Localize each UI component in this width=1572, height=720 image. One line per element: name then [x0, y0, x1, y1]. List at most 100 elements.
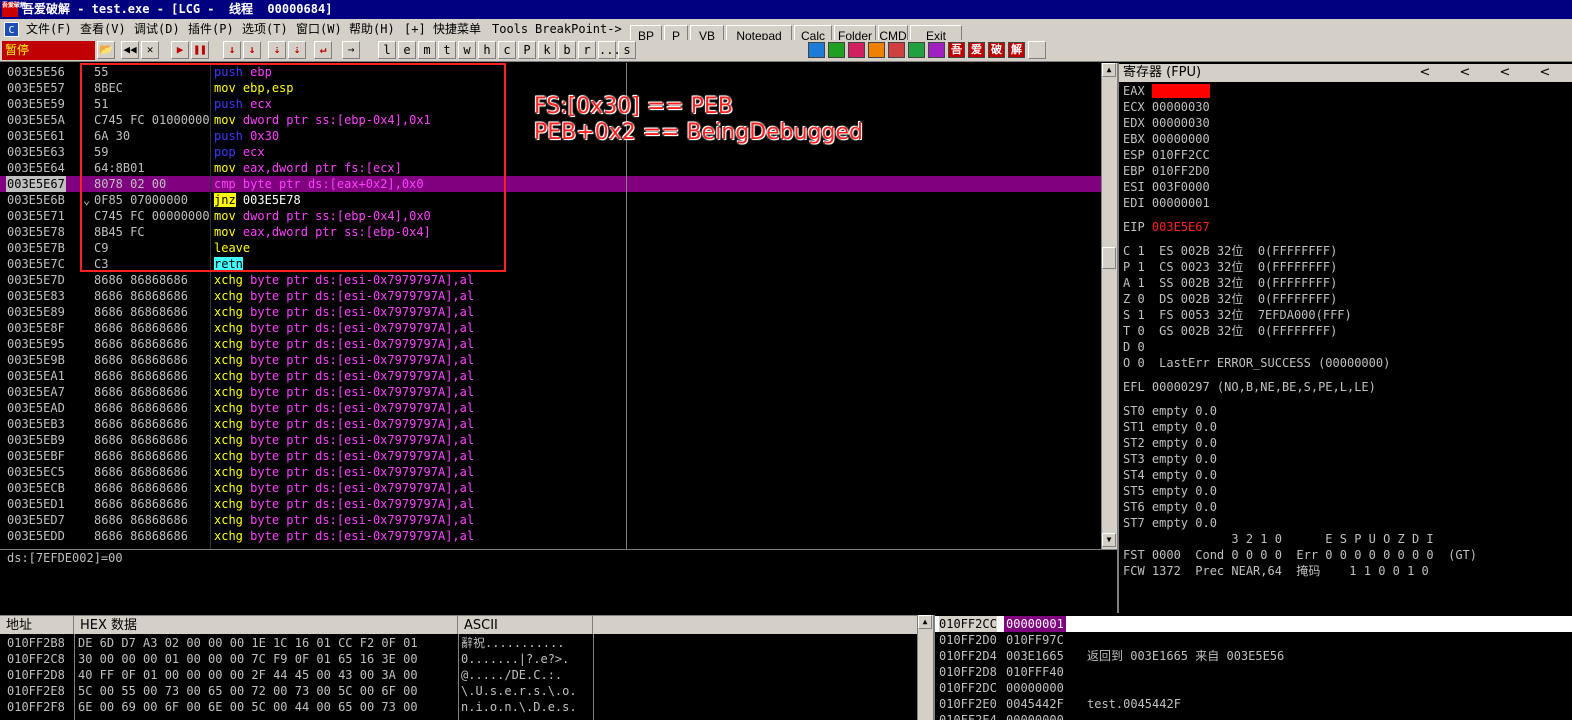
- register-view-toggle-icon[interactable]: <: [1407, 64, 1443, 82]
- restart-icon[interactable]: ◀◀: [121, 41, 139, 59]
- dump-col-ascii[interactable]: ASCII: [458, 616, 593, 635]
- blank-button[interactable]: [1028, 41, 1046, 59]
- toolbar-button-11[interactable]: ...: [598, 41, 621, 59]
- step-over-icon[interactable]: ↓: [243, 41, 261, 59]
- menu-item-6[interactable]: 帮助(H): [349, 19, 395, 39]
- dump-col-hex[interactable]: HEX 数据: [74, 616, 458, 635]
- run-icon[interactable]: ▶: [171, 41, 189, 59]
- execute-till-return-icon[interactable]: ↵: [314, 41, 332, 59]
- toolbar-button-12[interactable]: s: [618, 41, 636, 59]
- scroll-up-icon[interactable]: ▲: [1102, 63, 1116, 77]
- toolbar-plugin-icon-1[interactable]: [828, 42, 845, 58]
- toolbar-button-7[interactable]: P: [518, 41, 536, 59]
- registers-header[interactable]: 寄存器 (FPU) < < < <: [1119, 64, 1572, 82]
- toolbar-button-0[interactable]: l: [378, 41, 396, 59]
- toolbar-button-2[interactable]: m: [418, 41, 436, 59]
- register-line[interactable]: EDX 00000030: [1123, 115, 1210, 131]
- toolbar-button-9[interactable]: b: [558, 41, 576, 59]
- menu-item-3[interactable]: 插件(P): [188, 19, 234, 39]
- register-line[interactable]: D 0: [1123, 339, 1145, 355]
- stack-row[interactable]: 010FF2E0 0045442F test.0045442F: [935, 696, 1572, 712]
- register-line[interactable]: EBX 00000000: [1123, 131, 1210, 147]
- disasm-row[interactable]: 003E5E83 8686 86868686 xchg byte ptr ds:[e…: [0, 288, 1101, 304]
- disasm-row[interactable]: 003E5ECB 8686 86868686 xchg byte ptr ds:[e…: [0, 480, 1101, 496]
- disasm-row[interactable]: 003E5E89 8686 86868686 xchg byte ptr ds:[e…: [0, 304, 1101, 320]
- toolbar-plugin-icon-0[interactable]: [808, 42, 825, 58]
- menu-item-5[interactable]: 窗口(W): [296, 19, 342, 39]
- disasm-row[interactable]: 003E5EA7 8686 86868686 xchg byte ptr ds:[e…: [0, 384, 1101, 400]
- disasm-row[interactable]: 003E5E9B 8686 86868686 xchg byte ptr ds:[e…: [0, 352, 1101, 368]
- register-view-toggle-icon[interactable]: <: [1487, 64, 1523, 82]
- system-menu-icon[interactable]: C: [4, 22, 19, 37]
- scroll-down-icon[interactable]: ▼: [1102, 533, 1116, 547]
- register-line[interactable]: Z 0 DS 002B 32位 0(FFFFFFFF): [1123, 291, 1337, 307]
- menu-item-9[interactable]: Tools: [492, 19, 528, 39]
- toolbar-plugin-icon-6[interactable]: [928, 42, 945, 58]
- register-line[interactable]: EDI 00000001: [1123, 195, 1210, 211]
- toolbar-button-3[interactable]: t: [438, 41, 456, 59]
- stack-row[interactable]: 010FF2E4 00000000: [935, 712, 1572, 720]
- stack-row[interactable]: 010FF2D8 010FFF40: [935, 664, 1572, 680]
- register-line[interactable]: S 1 FS 0053 32位 7EFDA000(FFF): [1123, 307, 1352, 323]
- register-line[interactable]: 3 2 1 0 E S P U O Z D I: [1123, 531, 1433, 547]
- memory-dump-pane[interactable]: 010FF2B8 DE 6D D7 A3 02 00 00 00 1E 1C 16…: [0, 634, 920, 720]
- pause-icon[interactable]: ❚❚: [191, 41, 209, 59]
- register-line[interactable]: O 0 LastErr ERROR_SUCCESS (00000000): [1123, 355, 1390, 371]
- register-line[interactable]: ST2 empty 0.0: [1123, 435, 1217, 451]
- register-line[interactable]: ESI 003F0000: [1123, 179, 1210, 195]
- stack-row[interactable]: 010FF2CC 00000001: [935, 616, 1572, 632]
- menu-item-1[interactable]: 查看(V): [80, 19, 126, 39]
- register-line[interactable]: FST 0000 Cond 0 0 0 0 Err 0 0 0 0 0 0 0 …: [1123, 547, 1477, 563]
- register-line[interactable]: EFL 00000297 (NO,B,NE,BE,S,PE,L,LE): [1123, 379, 1376, 395]
- register-line[interactable]: ECX 00000030: [1123, 99, 1210, 115]
- toolbar-button-8[interactable]: k: [538, 41, 556, 59]
- trace-over-icon[interactable]: ⇣: [288, 41, 306, 59]
- disasm-row[interactable]: 003E5EA1 8686 86868686 xchg byte ptr ds:[e…: [0, 368, 1101, 384]
- disasm-row[interactable]: 003E5EBF 8686 86868686 xchg byte ptr ds:[e…: [0, 448, 1101, 464]
- disasm-row[interactable]: 003E5E7D 8686 86868686 xchg byte ptr ds:[e…: [0, 272, 1101, 288]
- toolbar-button-6[interactable]: c: [498, 41, 516, 59]
- go-to-icon[interactable]: →: [342, 41, 360, 59]
- menu-item-0[interactable]: 文件(F): [26, 19, 72, 39]
- register-line[interactable]: T 0 GS 002B 32位 0(FFFFFFFF): [1123, 323, 1337, 339]
- toolbar-button-5[interactable]: h: [478, 41, 496, 59]
- menu-item-2[interactable]: 调试(D): [134, 19, 180, 39]
- disasm-row[interactable]: 003E5ED7 8686 86868686 xchg byte ptr ds:[e…: [0, 512, 1101, 528]
- scroll-thumb[interactable]: [1102, 247, 1116, 269]
- stack-row[interactable]: 010FF2DC 00000000: [935, 680, 1572, 696]
- stack-row[interactable]: 010FF2D4 003E1665 返回到 003E1665 来自 003E5E56: [935, 648, 1572, 664]
- toolbar-plugin-icon-3[interactable]: [868, 42, 885, 58]
- disasm-row[interactable]: 003E5EDD 8686 86868686 xchg byte ptr ds:[e…: [0, 528, 1101, 544]
- close-icon[interactable]: ✕: [141, 41, 159, 59]
- menu-item-10[interactable]: BreakPoint->: [535, 19, 622, 39]
- register-line[interactable]: FCW 1372 Prec NEAR,64 掩码 1 1 0 0 1 0: [1123, 563, 1429, 579]
- menu-item-7[interactable]: [+]: [404, 19, 426, 39]
- toolbar-button-1[interactable]: e: [398, 41, 416, 59]
- register-line[interactable]: ST5 empty 0.0: [1123, 483, 1217, 499]
- register-line[interactable]: ST3 empty 0.0: [1123, 451, 1217, 467]
- toolbar-plugin-icon-4[interactable]: [888, 42, 905, 58]
- register-view-toggle-icon[interactable]: <: [1447, 64, 1483, 82]
- register-line[interactable]: EBP 010FF2D0: [1123, 163, 1210, 179]
- register-line[interactable]: EIP 003E5E67: [1123, 219, 1210, 235]
- menu-item-4[interactable]: 选项(T): [242, 19, 288, 39]
- register-line[interactable]: ST6 empty 0.0: [1123, 499, 1217, 515]
- register-line[interactable]: ST1 empty 0.0: [1123, 419, 1217, 435]
- register-view-toggle-icon[interactable]: <: [1527, 64, 1563, 82]
- stack-row[interactable]: 010FF2D0 010FF97C: [935, 632, 1572, 648]
- disasm-row[interactable]: 003E5ED1 8686 86868686 xchg byte ptr ds:[e…: [0, 496, 1101, 512]
- toolbar-plugin-icon-5[interactable]: [908, 42, 925, 58]
- register-line[interactable]: ST4 empty 0.0: [1123, 467, 1217, 483]
- disasm-row[interactable]: 003E5EB9 8686 86868686 xchg byte ptr ds:[e…: [0, 432, 1101, 448]
- register-line[interactable]: C 1 ES 002B 32位 0(FFFFFFFF): [1123, 243, 1337, 259]
- trace-into-icon[interactable]: ⇣: [268, 41, 286, 59]
- disasm-row[interactable]: 003E5EB3 8686 86868686 xchg byte ptr ds:[e…: [0, 416, 1101, 432]
- step-into-icon[interactable]: ↓: [223, 41, 241, 59]
- dump-scrollbar[interactable]: ▲: [917, 615, 933, 720]
- toolbar-button-4[interactable]: w: [458, 41, 476, 59]
- register-line[interactable]: A 1 SS 002B 32位 0(FFFFFFFF): [1123, 275, 1337, 291]
- disasm-row[interactable]: 003E5E8F 8686 86868686 xchg byte ptr ds:[e…: [0, 320, 1101, 336]
- register-line[interactable]: EAX 7EFDE000: [1123, 83, 1210, 99]
- disassembly-scrollbar[interactable]: ▲ ▼: [1101, 63, 1117, 549]
- toolbar-button-10[interactable]: r: [578, 41, 596, 59]
